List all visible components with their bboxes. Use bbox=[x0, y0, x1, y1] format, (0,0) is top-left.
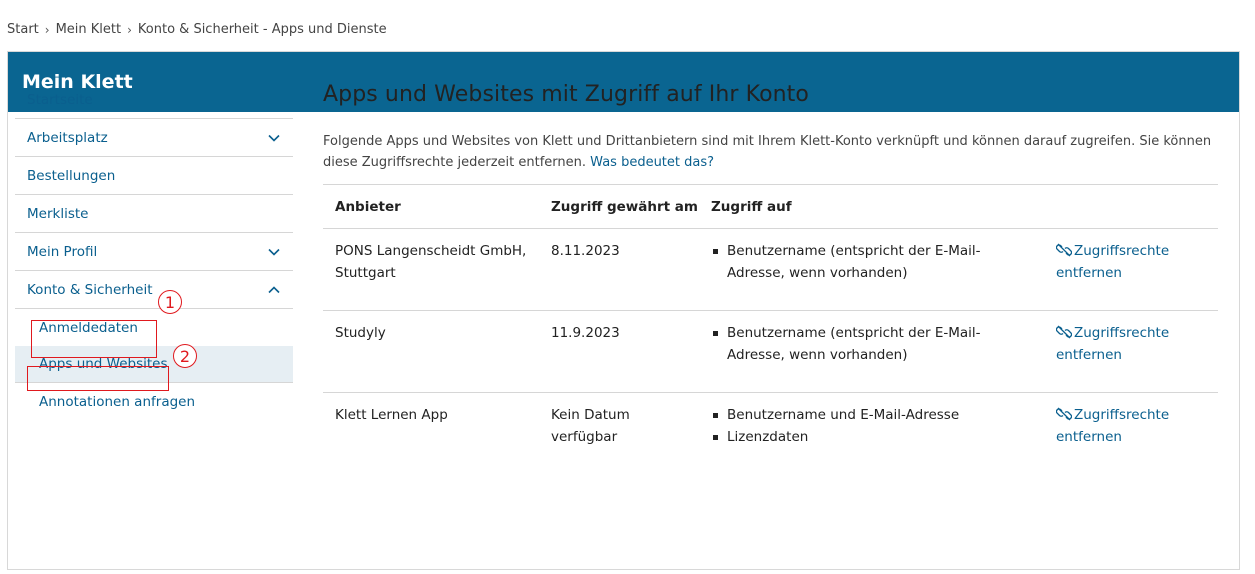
sidebar-item-startseite[interactable]: Startseite bbox=[15, 81, 293, 119]
breadcrumb: Start › Mein Klett › Konto & Sicherheit … bbox=[7, 22, 387, 37]
access-item: Benutzername und E-Mail-Adresse bbox=[711, 404, 1032, 426]
access-item: Benutzername (entspricht der E-Mail-Adre… bbox=[711, 240, 1032, 284]
revoke-access-link[interactable]: Zugriffsrechte entfernen bbox=[1055, 322, 1206, 366]
chevron-down-icon[interactable] bbox=[267, 245, 281, 259]
chevron-right-icon: › bbox=[44, 22, 50, 37]
table-row: PONS Langenscheidt GmbH, Stuttgart 8.11.… bbox=[323, 229, 1218, 311]
sidebar-item-label: Startseite bbox=[27, 91, 93, 108]
annotation-number-2: 2 bbox=[173, 344, 197, 368]
what-does-this-mean-link[interactable]: Was bedeutet das? bbox=[590, 155, 714, 170]
access-table: Anbieter Zugriff gewährt am Zugriff auf … bbox=[323, 184, 1218, 475]
sidebar-item-label: Mein Profil bbox=[27, 243, 98, 260]
sidebar-item-label: Bestellungen bbox=[27, 167, 116, 184]
table-header-row: Anbieter Zugriff gewährt am Zugriff auf bbox=[323, 184, 1218, 229]
cell-access: Benutzername (entspricht der E-Mail-Adre… bbox=[699, 229, 1044, 311]
cell-provider: Studyly bbox=[335, 325, 386, 341]
cell-action: Zugriffsrechte entfernen bbox=[1044, 311, 1218, 393]
intro-text: Folgende Apps und Websites von Klett und… bbox=[323, 131, 1218, 173]
sidebar-item-label: Arbeitsplatz bbox=[27, 129, 108, 146]
cell-action: Zugriffsrechte entfernen bbox=[1044, 229, 1218, 311]
column-header-anbieter: Anbieter bbox=[335, 198, 401, 215]
cell-date: 11.9.2023 bbox=[551, 325, 620, 341]
cell-date: 8.11.2023 bbox=[551, 243, 620, 259]
sidebar-item-label: Merkliste bbox=[27, 205, 89, 222]
sidebar-item-label: Konto & Sicherheit bbox=[27, 281, 153, 298]
breadcrumb-item-start[interactable]: Start bbox=[7, 22, 39, 37]
chevron-right-icon: › bbox=[127, 22, 132, 37]
cell-access: Benutzername und E-Mail-Adresse Lizenzda… bbox=[699, 393, 1044, 475]
sidebar-item-konto-sicherheit[interactable]: Konto & Sicherheit bbox=[15, 271, 293, 309]
column-header-access: Zugriff auf bbox=[711, 198, 792, 215]
sidebar-item-bestellungen[interactable]: Bestellungen bbox=[15, 157, 293, 195]
revoke-access-link[interactable]: Zugriffsrechte entfernen bbox=[1055, 240, 1206, 284]
annotation-box-anmeldedaten bbox=[27, 366, 169, 391]
annotation-box-konto-sicherheit bbox=[31, 320, 157, 358]
revoke-access-label: Zugriffsrechte entfernen bbox=[1056, 407, 1170, 445]
access-item: Benutzername (entspricht der E-Mail-Adre… bbox=[711, 322, 1032, 366]
table-row: Studyly 11.9.2023 Benutzername (entspric… bbox=[323, 311, 1218, 393]
revoke-access-label: Zugriffsrechte entfernen bbox=[1056, 243, 1170, 281]
cell-date: Kein Datum verfügbar bbox=[551, 407, 630, 445]
access-item: Lizenzdaten bbox=[711, 426, 1032, 448]
column-header-date: Zugriff gewährt am bbox=[551, 198, 698, 215]
cell-action: Zugriffsrechte entfernen bbox=[1044, 393, 1218, 475]
sidebar-subitem-label: Annotationen anfragen bbox=[39, 393, 196, 410]
unlink-icon bbox=[1055, 325, 1073, 339]
revoke-access-link[interactable]: Zugriffsrechte entfernen bbox=[1055, 404, 1206, 448]
column-header-action bbox=[1044, 185, 1218, 229]
chevron-up-icon[interactable] bbox=[267, 283, 281, 297]
revoke-access-label: Zugriffsrechte entfernen bbox=[1056, 325, 1170, 363]
intro-body: Folgende Apps und Websites von Klett und… bbox=[323, 134, 1212, 170]
table-row: Klett Lernen App Kein Datum verfügbar Be… bbox=[323, 393, 1218, 475]
main-content: Apps und Websites mit Zugriff auf Ihr Ko… bbox=[323, 82, 1218, 475]
breadcrumb-item-current: Konto & Sicherheit - Apps und Dienste bbox=[137, 22, 387, 37]
breadcrumb-item-mein-klett[interactable]: Mein Klett bbox=[56, 22, 122, 37]
sidebar-item-arbeitsplatz[interactable]: Arbeitsplatz bbox=[15, 119, 293, 157]
unlink-icon bbox=[1055, 407, 1073, 421]
cell-provider: Klett Lernen App bbox=[335, 407, 448, 423]
annotation-number-1: 1 bbox=[158, 290, 182, 314]
cell-access: Benutzername (entspricht der E-Mail-Adre… bbox=[699, 311, 1044, 393]
page-title: Apps und Websites mit Zugriff auf Ihr Ko… bbox=[323, 82, 809, 107]
unlink-icon bbox=[1055, 243, 1073, 257]
sidebar-item-mein-profil[interactable]: Mein Profil bbox=[15, 233, 293, 271]
sidebar-item-merkliste[interactable]: Merkliste bbox=[15, 195, 293, 233]
cell-provider: PONS Langenscheidt GmbH, Stuttgart bbox=[335, 243, 527, 281]
chevron-down-icon[interactable] bbox=[267, 131, 281, 145]
